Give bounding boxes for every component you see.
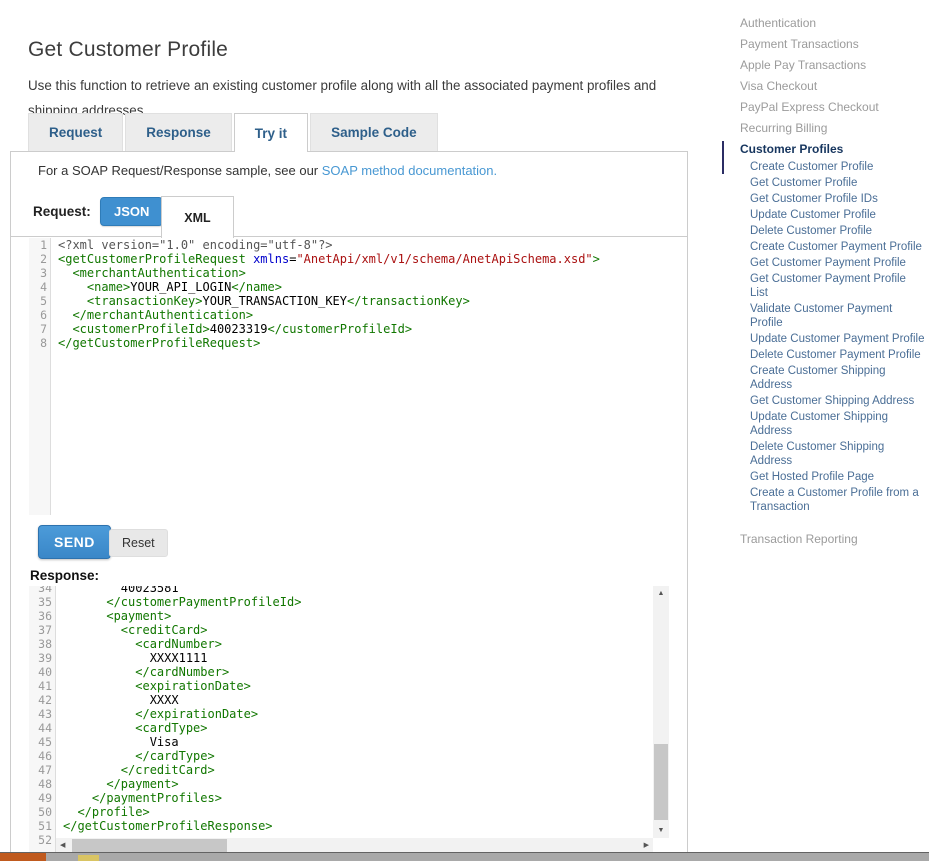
scroll-right-arrow-icon[interactable]: ▶: [644, 842, 649, 849]
sidebar-item-visa-checkout[interactable]: Visa Checkout: [740, 75, 926, 96]
request-code: <?xml version="1.0" encoding="utf-8"?><g…: [58, 238, 677, 350]
sidebar-item-delete-customer-payment-profile[interactable]: Delete Customer Payment Profile: [740, 347, 926, 363]
taskbar[interactable]: [0, 852, 929, 861]
page-title: Get Customer Profile: [28, 38, 228, 62]
request-label: Request:: [33, 204, 91, 219]
sidebar-item-create-customer-payment-profile[interactable]: Create Customer Payment Profile: [740, 239, 926, 255]
json-format-button[interactable]: JSON: [100, 197, 163, 226]
request-line-numbers: 12345678: [29, 238, 51, 350]
sidebar-item-delete-customer-shipping-address[interactable]: Delete Customer Shipping Address: [740, 439, 926, 469]
scroll-up-arrow-icon[interactable]: ▲: [653, 590, 669, 597]
send-button[interactable]: SEND: [38, 525, 111, 559]
tab-try-it[interactable]: Try it: [234, 113, 308, 152]
horizontal-scroll-thumb[interactable]: [72, 839, 227, 852]
doc-tabs: RequestResponseTry itSample Code: [28, 113, 438, 152]
sidebar-item-create-a-customer-profile-from-a-transaction[interactable]: Create a Customer Profile from a Transac…: [740, 485, 926, 515]
active-section-indicator: [722, 141, 724, 174]
request-code-editor[interactable]: 12345678 <?xml version="1.0" encoding="u…: [29, 238, 677, 515]
request-format-bar: Request: JSON XML: [11, 192, 687, 237]
sidebar-item-update-customer-profile[interactable]: Update Customer Profile: [740, 207, 926, 223]
reset-button[interactable]: Reset: [109, 529, 168, 557]
sidebar-header-customer-profiles[interactable]: Customer Profiles: [740, 138, 926, 159]
sidebar-item-delete-customer-profile[interactable]: Delete Customer Profile: [740, 223, 926, 239]
scroll-down-arrow-icon[interactable]: ▼: [653, 827, 669, 834]
tryit-panel: For a SOAP Request/Response sample, see …: [10, 151, 688, 861]
sidebar-item-get-hosted-profile-page[interactable]: Get Hosted Profile Page: [740, 469, 926, 485]
vertical-scroll-thumb[interactable]: [654, 744, 668, 820]
sidebar-item-get-customer-payment-profile-list[interactable]: Get Customer Payment Profile List: [740, 271, 926, 301]
sidebar-item-get-customer-profile-ids[interactable]: Get Customer Profile IDs: [740, 191, 926, 207]
tab-response[interactable]: Response: [125, 113, 232, 151]
sidebar-item-payment-transactions[interactable]: Payment Transactions: [740, 33, 926, 54]
sidebar-item-authentication[interactable]: Authentication: [740, 12, 926, 33]
scroll-left-arrow-icon[interactable]: ◀: [60, 842, 65, 849]
response-line-numbers: 34353637383940414243444546474849505152: [29, 586, 56, 847]
taskbar-app-orange[interactable]: [0, 853, 46, 861]
sidebar-item-transaction-reporting[interactable]: Transaction Reporting: [740, 528, 926, 549]
sidebar-item-validate-customer-payment-profile[interactable]: Validate Customer Payment Profile: [740, 301, 926, 331]
sidebar-nav: AuthenticationPayment TransactionsApple …: [740, 12, 926, 549]
response-label: Response:: [30, 568, 99, 583]
soap-doc-link[interactable]: SOAP method documentation.: [322, 163, 497, 178]
sidebar-item-get-customer-shipping-address[interactable]: Get Customer Shipping Address: [740, 393, 926, 409]
taskbar-app-yellow[interactable]: [78, 855, 99, 861]
soap-note-text: For a SOAP Request/Response sample, see …: [38, 163, 322, 178]
response-code: 40023581 </customerPaymentProfileId> <pa…: [63, 586, 669, 847]
vertical-scrollbar[interactable]: ▲ ▼: [653, 586, 669, 838]
response-code-editor[interactable]: 34353637383940414243444546474849505152 4…: [29, 586, 669, 853]
tab-request[interactable]: Request: [28, 113, 123, 151]
horizontal-scrollbar[interactable]: ◀ ▶: [56, 838, 653, 853]
sidebar-item-get-customer-payment-profile[interactable]: Get Customer Payment Profile: [740, 255, 926, 271]
sidebar-item-update-customer-payment-profile[interactable]: Update Customer Payment Profile: [740, 331, 926, 347]
sidebar-item-create-customer-profile[interactable]: Create Customer Profile: [740, 159, 926, 175]
sidebar-section-customer-profiles: Customer ProfilesCreate Customer Profile…: [740, 138, 926, 515]
sidebar-item-get-customer-profile[interactable]: Get Customer Profile: [740, 175, 926, 191]
soap-note: For a SOAP Request/Response sample, see …: [38, 163, 497, 178]
sidebar-item-recurring-billing[interactable]: Recurring Billing: [740, 117, 926, 138]
sidebar-item-update-customer-shipping-address[interactable]: Update Customer Shipping Address: [740, 409, 926, 439]
sidebar-item-apple-pay-transactions[interactable]: Apple Pay Transactions: [740, 54, 926, 75]
sidebar-item-paypal-express-checkout[interactable]: PayPal Express Checkout: [740, 96, 926, 117]
xml-format-tab[interactable]: XML: [161, 196, 234, 238]
sidebar-item-create-customer-shipping-address[interactable]: Create Customer Shipping Address: [740, 363, 926, 393]
tab-sample-code[interactable]: Sample Code: [310, 113, 438, 151]
